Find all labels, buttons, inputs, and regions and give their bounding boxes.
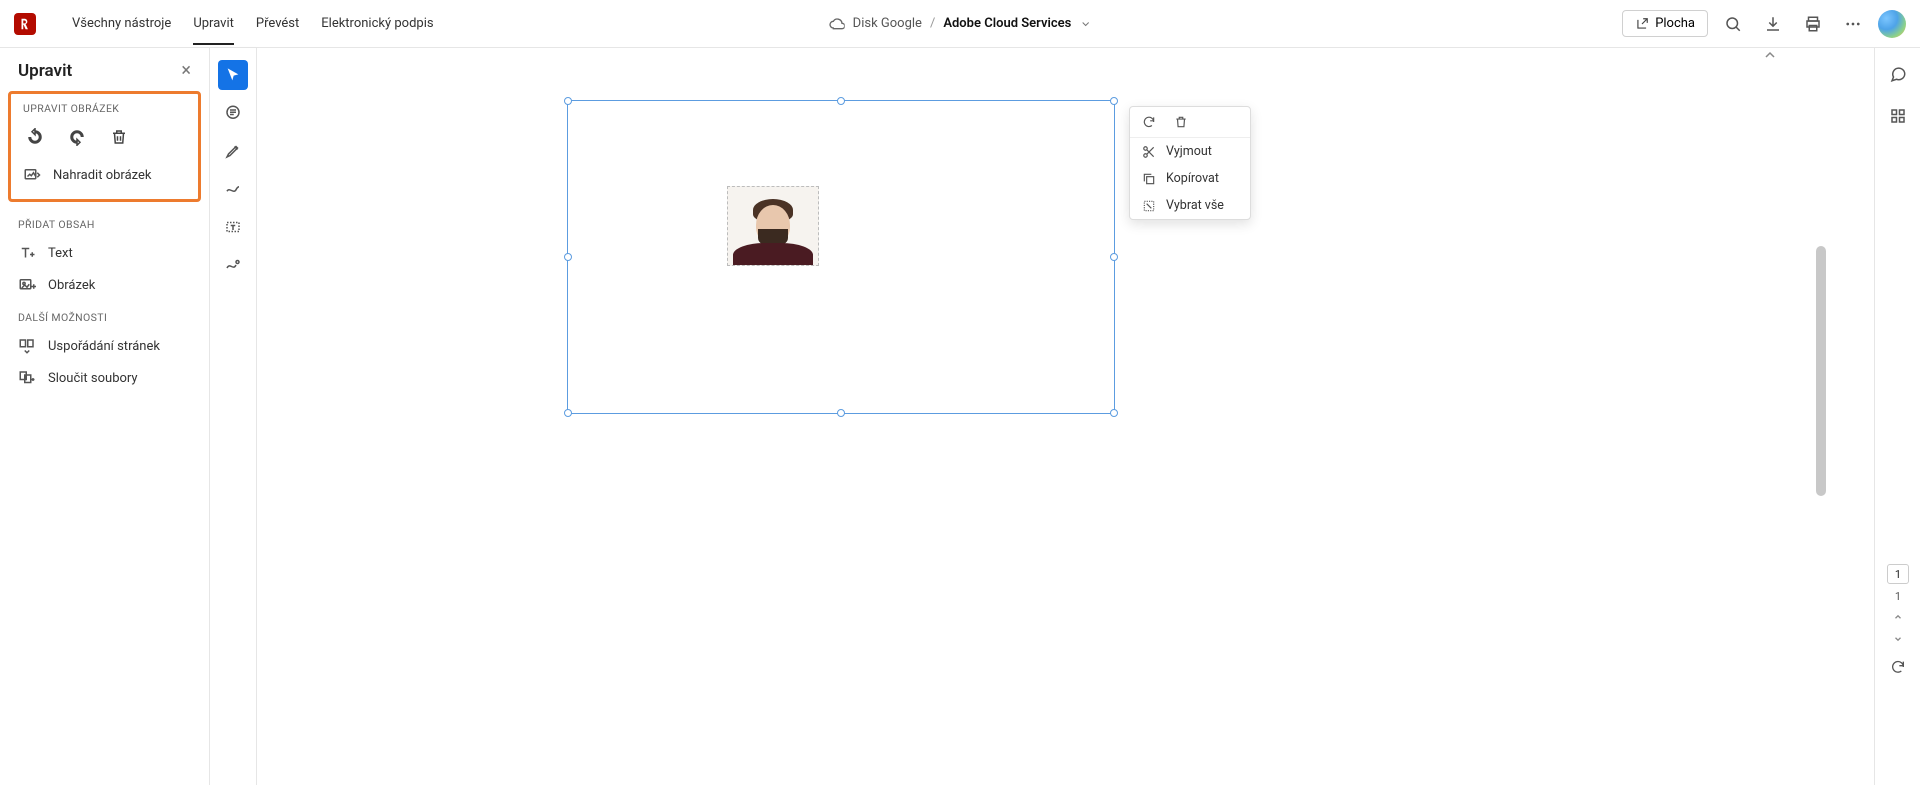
resize-handle-tr[interactable]: [1110, 97, 1118, 105]
add-text-label: Text: [48, 246, 73, 261]
ctx-select-all[interactable]: Vybrat vše: [1130, 192, 1250, 219]
chevron-down-icon[interactable]: [1079, 18, 1091, 30]
comments-panel-button[interactable]: [1884, 60, 1912, 88]
acrobat-logo: [14, 13, 36, 35]
rotate-left-button[interactable]: [23, 125, 47, 149]
scroll-thumb[interactable]: [1816, 246, 1826, 496]
add-image-label: Obrázek: [48, 278, 95, 293]
side-panel: Upravit × UPRAVIT OBRÁZEK: [0, 48, 210, 785]
comment-tool[interactable]: [218, 98, 248, 128]
select-tool[interactable]: [218, 60, 248, 90]
ctx-copy[interactable]: Kopírovat: [1130, 165, 1250, 192]
copy-icon: [1142, 172, 1156, 186]
resize-handle-tm[interactable]: [837, 97, 845, 105]
add-image-icon: [18, 276, 36, 294]
side-panel-title: Upravit: [18, 61, 72, 81]
page-current-input[interactable]: 1: [1887, 564, 1909, 584]
open-desktop-button[interactable]: Plocha: [1622, 10, 1708, 37]
nav-all-tools[interactable]: Všechny nástroje: [72, 2, 171, 45]
nav-edit[interactable]: Upravit: [193, 2, 234, 45]
breadcrumb-sep: /: [930, 16, 935, 31]
vertical-toolbar-wrap: [210, 48, 257, 785]
breadcrumb: Disk Google / Adobe Cloud Services: [829, 16, 1092, 32]
open-desktop-label: Plocha: [1655, 16, 1695, 31]
page-down-button[interactable]: [1887, 631, 1909, 647]
resize-handle-bm[interactable]: [837, 409, 845, 417]
textbox-tool[interactable]: [218, 212, 248, 242]
ctx-rotate-button[interactable]: [1142, 115, 1156, 129]
replace-image-icon: [23, 166, 41, 184]
top-bar: Všechny nástroje Upravit Převést Elektro…: [0, 0, 1920, 48]
close-icon: ×: [181, 60, 191, 81]
scissors-icon: [1142, 145, 1156, 159]
replace-image-item[interactable]: Nahradit obrázek: [17, 159, 192, 191]
resize-handle-rm[interactable]: [1110, 253, 1118, 261]
context-menu: Vyjmout Kopírovat Vybrat vše: [1129, 106, 1251, 220]
section-add-content-label: PŘIDAT OBSAH: [0, 208, 209, 237]
merge-files-item[interactable]: Sloučit soubory: [0, 362, 209, 394]
add-text-icon: [18, 244, 36, 262]
organize-pages-item[interactable]: Uspořádání stránek: [0, 330, 209, 362]
select-all-icon: [1142, 199, 1156, 213]
section-more-label: DALŠÍ MOŽNOSTI: [0, 301, 209, 330]
add-text-item[interactable]: Text: [0, 237, 209, 269]
vertical-toolbar: [210, 48, 256, 280]
resize-handle-br[interactable]: [1110, 409, 1118, 417]
resize-handle-tl[interactable]: [564, 97, 572, 105]
resize-handle-lm[interactable]: [564, 253, 572, 261]
top-actions: Plocha: [1622, 9, 1906, 39]
delete-image-button[interactable]: [107, 125, 131, 149]
organize-label: Uspořádání stránek: [48, 339, 160, 354]
page-navigator: 1 1: [1884, 564, 1912, 675]
download-button[interactable]: [1758, 9, 1788, 39]
organize-icon: [18, 337, 36, 355]
highlight-tool[interactable]: [218, 136, 248, 166]
selection-box[interactable]: [567, 100, 1115, 414]
page-up-button[interactable]: [1887, 609, 1909, 625]
scrollbar[interactable]: [1812, 48, 1826, 785]
print-button[interactable]: [1798, 9, 1828, 39]
breadcrumb-drive[interactable]: Disk Google: [853, 16, 922, 31]
embedded-photo[interactable]: [727, 186, 819, 266]
top-nav: Všechny nástroje Upravit Převést Elektro…: [72, 2, 434, 45]
ctx-delete-button[interactable]: [1174, 115, 1188, 129]
canvas-area[interactable]: Vyjmout Kopírovat Vybrat vše: [257, 48, 1874, 785]
merge-icon: [18, 369, 36, 387]
search-button[interactable]: [1718, 9, 1748, 39]
refresh-view-button[interactable]: [1887, 659, 1909, 675]
replace-image-label: Nahradit obrázek: [53, 168, 151, 183]
section-edit-image-label: UPRAVIT OBRÁZEK: [17, 100, 192, 121]
ctx-cut[interactable]: Vyjmout: [1130, 138, 1250, 165]
ctx-copy-label: Kopírovat: [1166, 171, 1219, 186]
draw-tool[interactable]: [218, 174, 248, 204]
avatar[interactable]: [1878, 10, 1906, 38]
page-total: 1: [1895, 590, 1901, 603]
more-button[interactable]: [1838, 9, 1868, 39]
thumbnails-panel-button[interactable]: [1884, 102, 1912, 130]
resize-handle-bl[interactable]: [564, 409, 572, 417]
ctx-select-all-label: Vybrat vše: [1166, 198, 1224, 213]
close-panel-button[interactable]: ×: [181, 60, 191, 81]
rotate-right-button[interactable]: [65, 125, 89, 149]
right-rail: 1 1: [1874, 48, 1920, 785]
main: Upravit × UPRAVIT OBRÁZEK: [0, 48, 1920, 785]
merge-label: Sloučit soubory: [48, 371, 138, 386]
breadcrumb-file[interactable]: Adobe Cloud Services: [943, 16, 1071, 31]
add-image-item[interactable]: Obrázek: [0, 269, 209, 301]
ctx-cut-label: Vyjmout: [1166, 144, 1212, 159]
nav-convert[interactable]: Převést: [256, 2, 299, 45]
erase-tool[interactable]: [218, 250, 248, 280]
cloud-icon: [829, 16, 845, 32]
nav-esign[interactable]: Elektronický podpis: [321, 2, 433, 45]
edit-image-highlight: UPRAVIT OBRÁZEK Nahradit obrázek: [8, 91, 201, 202]
